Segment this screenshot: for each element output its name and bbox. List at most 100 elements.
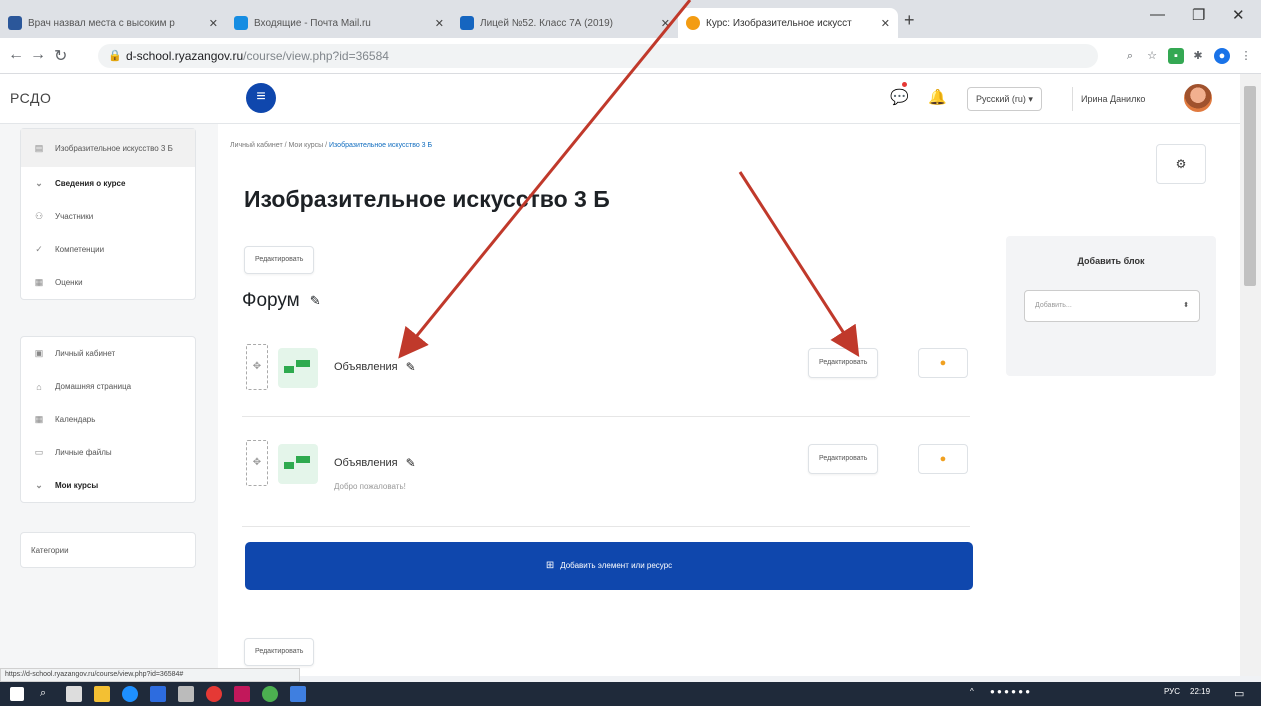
edge-icon[interactable] [122, 686, 138, 702]
move-handle-icon[interactable]: ✥ [246, 344, 268, 390]
bell-icon[interactable]: 🔔 [928, 88, 947, 106]
section-title-text: Форум [242, 290, 300, 311]
sidebar-item-participants[interactable]: ⚇ Участники [21, 200, 195, 233]
course-settings-button[interactable]: ⚙ [1156, 144, 1206, 184]
site-nav-card: ▣ Личный кабинет ⌂ Домашняя страница ▦ К… [20, 336, 196, 503]
windows-start-icon[interactable] [10, 687, 24, 701]
sidebar: ▤ Изобразительное искусство 3 Б ⌄ Сведен… [0, 124, 218, 676]
language-selector[interactable]: Русский (ru) ▾ [967, 87, 1042, 111]
notifications-icon[interactable]: ▭ [1234, 687, 1244, 700]
browser-menu-icon[interactable]: ⋮ [1238, 48, 1254, 64]
course-nav-card: ▤ Изобразительное искусство 3 Б ⌄ Сведен… [20, 128, 196, 300]
move-handle-icon[interactable]: ✥ [246, 440, 268, 486]
activity-edit-button[interactable]: Редактировать [808, 348, 879, 378]
section-heading: Форум ✎ [242, 290, 321, 312]
sidebar-item-files[interactable]: ▭ Личные файлы [21, 436, 195, 469]
chevron-down-icon: ⌄ [35, 480, 43, 490]
zoom-icon[interactable]: ⌕ [1122, 48, 1138, 64]
sidebar-item-label: Личный кабинет [55, 349, 116, 358]
sidebar-item-grades[interactable]: ▦ Оценки [21, 266, 195, 299]
keyboard-language[interactable]: РУС [1164, 687, 1180, 696]
close-icon[interactable]: ✕ [435, 17, 444, 30]
task-view-icon[interactable] [66, 686, 82, 702]
profile-icon[interactable]: ● [1214, 48, 1230, 64]
close-icon[interactable]: ✕ [661, 17, 670, 30]
url-host: d-school.ryazangov.ru [126, 49, 244, 63]
chrome-icon[interactable] [262, 686, 278, 702]
sidebar-item-calendar[interactable]: ▦ Календарь [21, 403, 195, 436]
home-icon: ⌂ [36, 381, 42, 392]
close-icon[interactable]: ✕ [209, 17, 218, 30]
sidebar-item-dashboard[interactable]: ▣ Личный кабинет [21, 337, 195, 370]
reload-icon[interactable]: ↻ [54, 46, 67, 66]
breadcrumb-item[interactable]: Личный кабинет [230, 142, 283, 149]
activity-name[interactable]: Объявления ✎ [334, 360, 416, 374]
file-explorer-icon[interactable] [94, 686, 110, 702]
sidebar-item-course-info[interactable]: ⌄ Сведения о курсе [21, 167, 195, 200]
minimize-icon[interactable]: — [1150, 6, 1165, 23]
browser-tab[interactable]: Входящие - Почта Mail.ru ✕ [226, 8, 452, 38]
search-icon[interactable]: ⌕ [40, 687, 46, 700]
yandex-icon[interactable] [206, 686, 222, 702]
edit-title-icon[interactable]: ✎ [406, 360, 416, 374]
add-activity-button[interactable]: ⊞ Добавить элемент или ресурс [245, 542, 973, 590]
hide-show-icon[interactable]: ● [918, 348, 968, 378]
sidebar-item-home[interactable]: ⌂ Домашняя страница [21, 370, 195, 403]
browser-tab-bar: Врач назвал места с высоким р ✕ Входящие… [0, 0, 1261, 38]
activity-title[interactable]: Объявления [334, 457, 398, 469]
app-icon[interactable] [290, 686, 306, 702]
activity-title[interactable]: Объявления [334, 361, 398, 373]
sidebar-item-label: Календарь [55, 415, 96, 424]
extension-icon[interactable]: ▪ [1168, 48, 1184, 64]
store-icon[interactable] [178, 686, 194, 702]
clock[interactable]: 22:19 [1190, 687, 1210, 696]
scrollbar-thumb[interactable] [1244, 86, 1256, 286]
app-icon[interactable] [234, 686, 250, 702]
avatar[interactable] [1182, 82, 1214, 114]
scrollbar[interactable] [1240, 74, 1261, 676]
add-block: Добавить блок Добавить... ⬍ [1006, 236, 1216, 376]
plus-square-icon: ⊞ [545, 560, 555, 571]
block-title: Добавить блок [1077, 256, 1145, 266]
breadcrumb-current[interactable]: Изобразительное искусство 3 Б [329, 142, 432, 149]
browser-tab[interactable]: Врач назвал места с высоким р ✕ [0, 8, 226, 38]
window-close-icon[interactable]: ✕ [1232, 6, 1245, 24]
star-icon[interactable]: ☆ [1144, 48, 1160, 64]
tray-apps-icon[interactable]: ● ● ● ● ● ● [990, 687, 1030, 696]
section-edit-button[interactable]: Редактировать [244, 638, 315, 666]
drawer-toggle-button[interactable]: ≡ [246, 83, 276, 113]
activity-name[interactable]: Объявления ✎ [334, 456, 416, 470]
mail-icon[interactable] [150, 686, 166, 702]
edit-title-icon[interactable]: ✎ [310, 293, 321, 309]
close-icon[interactable]: ✕ [881, 17, 890, 30]
activity-forum: ✥ Объявления ✎ Редактировать ● [242, 344, 972, 404]
extensions-puzzle-icon[interactable]: ✱ [1190, 48, 1206, 64]
sidebar-item-label: Изобразительное искусство 3 Б [55, 143, 173, 153]
browser-tab-active[interactable]: Курс: Изобразительное искусст ✕ [678, 8, 898, 38]
maximize-icon[interactable]: ❐ [1192, 6, 1205, 24]
url-field[interactable]: 🔒 d-school.ryazangov.ru/course/view.php?… [98, 44, 1098, 68]
messages-icon[interactable]: 💬 [890, 88, 909, 106]
sidebar-item-categories[interactable]: Категории [21, 533, 195, 567]
browser-tab[interactable]: Лицей №52. Класс 7А (2019) ✕ [452, 8, 678, 38]
breadcrumb-item[interactable]: Мои курсы [289, 142, 324, 149]
edit-title-icon[interactable]: ✎ [406, 456, 416, 470]
categories-card: Категории [20, 532, 196, 568]
hide-show-icon[interactable]: ● [918, 444, 968, 474]
files-icon: ▭ [34, 447, 44, 457]
tab-favicon-icon [8, 16, 22, 30]
activity-description: Добро пожаловать! [334, 482, 406, 491]
site-brand[interactable]: РСДО [10, 90, 51, 106]
sidebar-item-my-courses[interactable]: ⌄ Мои курсы [21, 469, 195, 502]
add-block-select[interactable]: Добавить... ⬍ [1024, 290, 1200, 322]
section-edit-button[interactable]: Редактировать [244, 246, 315, 274]
back-icon[interactable]: ← [8, 46, 24, 64]
new-tab-icon[interactable]: + [904, 10, 915, 31]
user-menu[interactable]: Ирина Данилко [1072, 87, 1153, 111]
activity-edit-button[interactable]: Редактировать [808, 444, 879, 474]
sidebar-item-course[interactable]: ▤ Изобразительное искусство 3 Б [21, 129, 195, 167]
tray-chevron-icon[interactable]: ^ [970, 687, 974, 696]
forward-icon[interactable]: → [30, 46, 46, 64]
sidebar-item-competencies[interactable]: ✓ Компетенции [21, 233, 195, 266]
tab-title: Входящие - Почта Mail.ru [254, 17, 371, 29]
